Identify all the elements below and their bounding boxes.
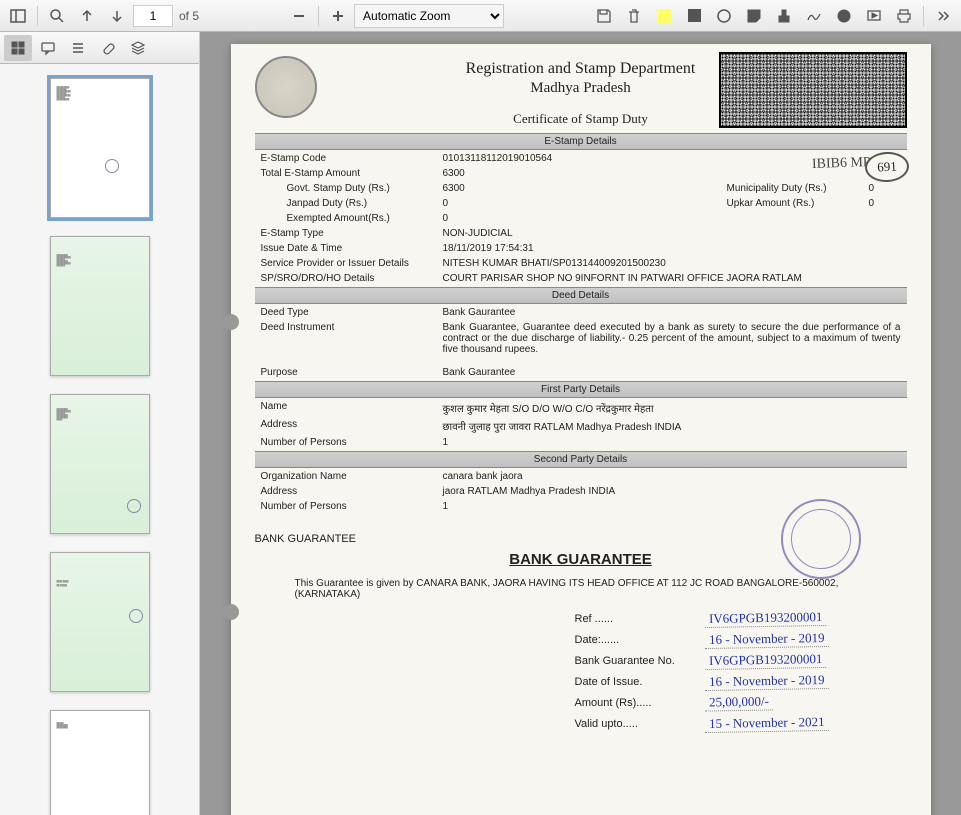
outline-tab[interactable] bbox=[64, 35, 92, 61]
section-estamp: E-Stamp Details bbox=[255, 133, 907, 150]
stamp-button[interactable] bbox=[770, 3, 798, 29]
main-area: ████████████████████████████████████████… bbox=[0, 32, 961, 815]
page-1: Registration and Stamp Department Madhya… bbox=[231, 44, 931, 815]
handwritten-note: IBIB6 MP bbox=[812, 155, 871, 173]
zoom-select[interactable]: Automatic Zoom bbox=[354, 4, 504, 28]
first-party-table: Nameकुशल कुमार मेहता S/O D/O W/O C/O नरे… bbox=[255, 398, 907, 451]
section-first-party: First Party Details bbox=[255, 381, 907, 398]
amt-line: Amount (Rs).....25,00,000/- bbox=[575, 694, 907, 711]
print-button[interactable] bbox=[890, 3, 918, 29]
thumb-page-3[interactable]: ████████████████████████████████████████… bbox=[50, 394, 150, 534]
next-page-button[interactable] bbox=[103, 3, 131, 29]
prev-page-button[interactable] bbox=[73, 3, 101, 29]
estamp-table: E-Stamp Code01013118112019010564 Total E… bbox=[255, 150, 907, 287]
present-button[interactable] bbox=[860, 3, 888, 29]
save-button[interactable] bbox=[590, 3, 618, 29]
document-viewer[interactable]: Registration and Stamp Department Madhya… bbox=[200, 32, 961, 815]
barcode-icon bbox=[719, 52, 907, 128]
doc-header: Registration and Stamp Department Madhya… bbox=[255, 60, 907, 97]
sidebar: ████████████████████████████████████████… bbox=[0, 32, 200, 815]
thumbnails-tab[interactable] bbox=[4, 35, 32, 61]
comments-tab[interactable] bbox=[34, 35, 62, 61]
thumb-page-2[interactable]: ████████████████████████████████████████… bbox=[50, 236, 150, 376]
thumb-page-1[interactable]: ████████████████████████████████████████… bbox=[50, 78, 150, 218]
highlight-yellow-button[interactable] bbox=[650, 3, 678, 29]
main-toolbar: of 5 Automatic Zoom bbox=[0, 0, 961, 32]
section-deed: Deed Details bbox=[255, 287, 907, 304]
delete-button[interactable] bbox=[620, 3, 648, 29]
thumb-page-5[interactable]: █████████████████████ bbox=[50, 710, 150, 815]
shape-circle-button[interactable] bbox=[710, 3, 738, 29]
page-number-input[interactable] bbox=[133, 5, 173, 27]
shape-square-button[interactable] bbox=[680, 3, 708, 29]
guarantee-text: This Guarantee is given by CANARA BANK, … bbox=[295, 578, 867, 600]
thumbnail-list[interactable]: ████████████████████████████████████████… bbox=[0, 64, 199, 815]
sidebar-tabs bbox=[0, 32, 199, 64]
sign-button[interactable] bbox=[800, 3, 828, 29]
page-total-label: of 5 bbox=[179, 9, 199, 23]
bgno-line: Bank Guarantee No.IV6GPGB193200001 bbox=[575, 652, 907, 669]
search-button[interactable] bbox=[43, 3, 71, 29]
thumb-page-4[interactable]: ████ ██████ █████ bbox=[50, 552, 150, 692]
deed-table: Deed TypeBank Gaurantee Deed InstrumentB… bbox=[255, 304, 907, 381]
emblem-seal-icon bbox=[255, 56, 317, 118]
palette-button[interactable] bbox=[830, 3, 858, 29]
bank-seal-icon bbox=[781, 499, 861, 579]
date-line: Date:......16 - November - 2019 bbox=[575, 631, 907, 648]
section-second-party: Second Party Details bbox=[255, 451, 907, 468]
doi-line: Date of Issue.16 - November - 2019 bbox=[575, 673, 907, 690]
valid-line: Valid upto.....15 - November - 2021 bbox=[575, 715, 907, 732]
ref-line: Ref ......IV6GPGB193200001 bbox=[575, 610, 907, 627]
attachments-tab[interactable] bbox=[94, 35, 122, 61]
zoom-in-button[interactable] bbox=[324, 3, 352, 29]
sidebar-toggle-button[interactable] bbox=[4, 3, 32, 29]
zoom-out-button[interactable] bbox=[285, 3, 313, 29]
more-button[interactable] bbox=[929, 3, 957, 29]
note-button[interactable] bbox=[740, 3, 768, 29]
layers-tab[interactable] bbox=[124, 35, 152, 61]
